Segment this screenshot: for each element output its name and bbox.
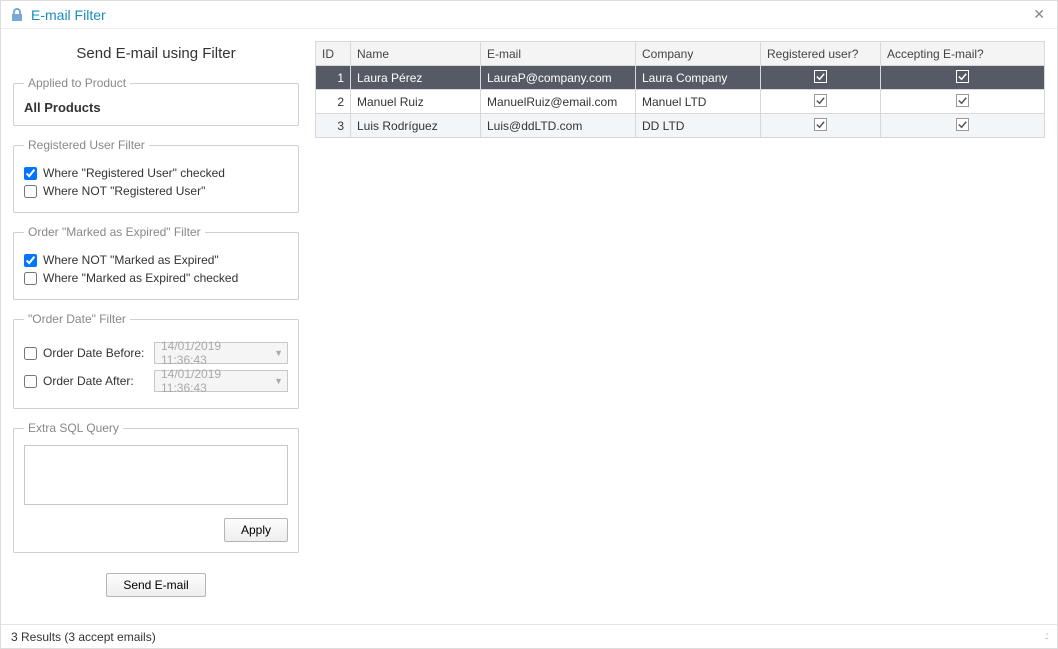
cell-email: Luis@ddLTD.com (481, 114, 636, 138)
table-header-row: ID Name E-mail Company Registered user? … (316, 42, 1045, 66)
col-header-company[interactable]: Company (636, 42, 761, 66)
where-registered-checked-checkbox[interactable] (24, 167, 37, 180)
checkmark-icon (814, 118, 827, 131)
window-title: E-mail Filter (31, 7, 1029, 23)
cell-email: LauraP@company.com (481, 66, 636, 90)
product-filter-group: Applied to Product All Products (13, 76, 299, 126)
resize-grip-icon[interactable]: .:: (1045, 631, 1047, 642)
panel-subtitle: Send E-mail using Filter (13, 45, 299, 62)
cell-id: 3 (316, 114, 351, 138)
close-icon[interactable]: ✕ (1029, 6, 1049, 23)
where-expired-checked-label[interactable]: Where "Marked as Expired" checked (43, 271, 238, 285)
table-row[interactable]: 3Luis RodríguezLuis@ddLTD.comDD LTD (316, 114, 1045, 138)
cell-accepting (881, 114, 1045, 138)
order-date-after-value: 14/01/2019 11:36:43 (161, 367, 269, 395)
status-text: 3 Results (3 accept emails) (11, 630, 156, 644)
checkmark-icon (814, 94, 827, 107)
expired-filter-legend: Order "Marked as Expired" Filter (24, 225, 205, 239)
content-area: Send E-mail using Filter Applied to Prod… (1, 29, 1057, 624)
where-not-expired-checkbox[interactable] (24, 254, 37, 267)
where-not-registered-label[interactable]: Where NOT "Registered User" (43, 184, 205, 198)
cell-accepting (881, 90, 1045, 114)
cell-name: Manuel Ruiz (351, 90, 481, 114)
checkmark-icon (956, 118, 969, 131)
where-registered-checked-label[interactable]: Where "Registered User" checked (43, 166, 225, 180)
col-header-name[interactable]: Name (351, 42, 481, 66)
table-row[interactable]: 2Manuel RuizManuelRuiz@email.comManuel L… (316, 90, 1045, 114)
product-filter-value: All Products (24, 100, 288, 115)
cell-name: Luis Rodríguez (351, 114, 481, 138)
col-header-id[interactable]: ID (316, 42, 351, 66)
order-date-legend: "Order Date" Filter (24, 312, 130, 326)
send-email-button[interactable]: Send E-mail (106, 573, 205, 597)
cell-company: Laura Company (636, 66, 761, 90)
expired-filter-group: Order "Marked as Expired" Filter Where N… (13, 225, 299, 300)
results-panel: ID Name E-mail Company Registered user? … (311, 29, 1057, 624)
order-date-before-value: 14/01/2019 11:36:43 (161, 339, 269, 367)
cell-company: Manuel LTD (636, 90, 761, 114)
checkmark-icon (956, 70, 969, 83)
cell-email: ManuelRuiz@email.com (481, 90, 636, 114)
order-date-before-field[interactable]: 14/01/2019 11:36:43 ▼ (154, 342, 288, 364)
registered-user-legend: Registered User Filter (24, 138, 149, 152)
col-header-email[interactable]: E-mail (481, 42, 636, 66)
checkmark-icon (814, 70, 827, 83)
product-filter-legend: Applied to Product (24, 76, 130, 90)
filter-panel: Send E-mail using Filter Applied to Prod… (1, 29, 311, 624)
chevron-down-icon: ▼ (274, 376, 283, 386)
order-date-after-label[interactable]: Order Date After: (43, 374, 134, 388)
order-date-after-checkbox[interactable] (24, 375, 37, 388)
cell-id: 2 (316, 90, 351, 114)
chevron-down-icon: ▼ (274, 348, 283, 358)
registered-user-filter-group: Registered User Filter Where "Registered… (13, 138, 299, 213)
col-header-registered[interactable]: Registered user? (761, 42, 881, 66)
cell-id: 1 (316, 66, 351, 90)
order-date-after-field[interactable]: 14/01/2019 11:36:43 ▼ (154, 370, 288, 392)
results-table: ID Name E-mail Company Registered user? … (315, 41, 1045, 138)
lock-icon (9, 7, 25, 23)
order-date-filter-group: "Order Date" Filter Order Date Before: 1… (13, 312, 299, 409)
extra-sql-group: Extra SQL Query Apply (13, 421, 299, 553)
order-date-before-checkbox[interactable] (24, 347, 37, 360)
where-expired-checked-checkbox[interactable] (24, 272, 37, 285)
col-header-accepting[interactable]: Accepting E-mail? (881, 42, 1045, 66)
extra-sql-textarea[interactable] (24, 445, 288, 505)
cell-accepting (881, 66, 1045, 90)
cell-registered (761, 90, 881, 114)
checkmark-icon (956, 94, 969, 107)
table-row[interactable]: 1Laura PérezLauraP@company.comLaura Comp… (316, 66, 1045, 90)
order-date-before-label[interactable]: Order Date Before: (43, 346, 144, 360)
where-not-registered-checkbox[interactable] (24, 185, 37, 198)
cell-name: Laura Pérez (351, 66, 481, 90)
cell-registered (761, 66, 881, 90)
email-filter-window: E-mail Filter ✕ Send E-mail using Filter… (0, 0, 1058, 649)
where-not-expired-label[interactable]: Where NOT "Marked as Expired" (43, 253, 219, 267)
apply-button[interactable]: Apply (224, 518, 288, 542)
status-bar: 3 Results (3 accept emails) .:: (1, 624, 1057, 648)
cell-registered (761, 114, 881, 138)
extra-sql-legend: Extra SQL Query (24, 421, 123, 435)
cell-company: DD LTD (636, 114, 761, 138)
titlebar: E-mail Filter ✕ (1, 1, 1057, 29)
